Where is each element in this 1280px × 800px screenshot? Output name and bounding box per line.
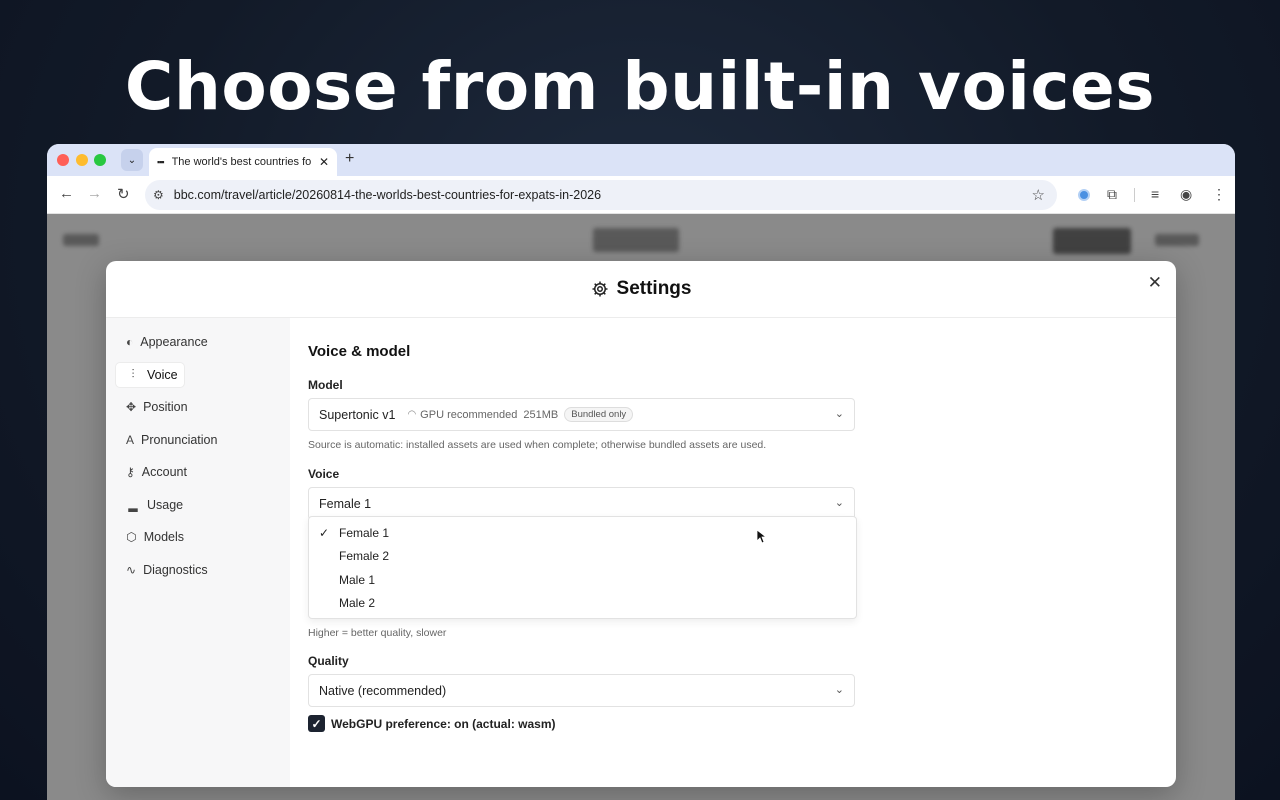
blurred-header-logo — [593, 228, 679, 252]
voice-label: Voice — [308, 467, 340, 481]
reload-icon[interactable]: ↻ — [117, 185, 130, 203]
chevron-down-icon: ⌄ — [834, 684, 844, 696]
url-text: bbc.com/travel/article/20260814-the-worl… — [173, 188, 602, 202]
model-meta: ◠ GPU recommended 251MB Bundled only — [407, 407, 634, 422]
blurred-logo — [63, 234, 99, 246]
new-tab-icon[interactable]: + — [345, 150, 354, 168]
model-size: 251MB — [523, 408, 559, 421]
sidebar-item-label: Voice — [147, 367, 178, 382]
waveform-icon: ⫶ — [131, 367, 135, 381]
sidebar-item-label: Usage — [147, 497, 184, 512]
settings-sidebar: ◐ Appearance ⫶ Voice ✥ Position A Pronun… — [106, 318, 290, 787]
gear-icon — [592, 281, 608, 297]
back-icon[interactable]: ← — [59, 185, 74, 202]
tab-title: The world's best countries fo — [171, 156, 312, 168]
palette-icon: ◐ — [126, 335, 134, 349]
quality-value: Native (recommended) — [319, 683, 447, 698]
sidebar-item-pronunciation[interactable]: A Pronunciation — [116, 428, 217, 452]
voice-option[interactable]: Female 2 — [309, 545, 856, 569]
maximize-window-button[interactable] — [94, 154, 106, 166]
check-icon: ✓ — [319, 525, 330, 540]
tab-strip: ⌄ ▪▪▪ The world's best countries fo ✕ + — [47, 144, 1235, 176]
voice-option-label: Female 2 — [339, 549, 390, 564]
move-icon: ✥ — [126, 400, 137, 414]
gpu-text: GPU recommended — [420, 408, 518, 421]
profile-icon[interactable]: ◉ — [1180, 186, 1192, 203]
modal-title: Settings — [591, 278, 692, 300]
pronunciation-icon: A — [126, 432, 135, 447]
model-label: Model — [308, 378, 343, 392]
voice-option[interactable]: Male 1 — [309, 568, 856, 592]
voice-value: Female 1 — [319, 496, 372, 511]
sidebar-item-voice[interactable]: ⫶ Voice — [116, 362, 184, 387]
voice-option-label: Female 1 — [339, 525, 390, 540]
section-title: Voice & model — [308, 343, 411, 360]
menu-icon[interactable]: ⋮ — [1212, 186, 1226, 203]
sidebar-item-label: Appearance — [140, 335, 208, 349]
webgpu-checkbox[interactable]: ✓ — [308, 715, 325, 732]
sidebar-item-label: Diagnostics — [143, 562, 208, 577]
close-icon[interactable]: ✕ — [1148, 273, 1162, 293]
gauge-icon: ◠ — [407, 409, 417, 420]
steps-hint: Higher = better quality, slower — [308, 627, 447, 639]
voice-option[interactable]: ✓ Female 1 — [309, 521, 856, 545]
sidebar-item-label: Pronunciation — [141, 432, 218, 447]
minimize-window-button[interactable] — [76, 154, 88, 166]
webgpu-row[interactable]: ✓ WebGPU preference: on (actual: wasm) — [308, 715, 868, 732]
page-backdrop: Settings ✕ ◐ Appearance ⫶ Voice ✥ Positi… — [47, 214, 1235, 800]
voice-option[interactable]: Male 2 — [309, 592, 856, 616]
site-settings-icon[interactable]: ⚙ — [153, 188, 164, 202]
voice-dropdown: ✓ Female 1 Female 2 Male 1 Male 2 — [308, 516, 857, 619]
bookmark-star-icon[interactable]: ☆ — [1032, 186, 1045, 204]
extension-icon[interactable] — [1078, 189, 1090, 201]
sidebar-item-position[interactable]: ✥ Position — [116, 395, 188, 419]
sidebar-item-label: Account — [141, 465, 187, 479]
tab-close-icon[interactable]: ✕ — [319, 155, 329, 169]
sidebar-item-models[interactable]: ⬡ Models — [116, 525, 184, 549]
favicon-icon: ▪▪▪ — [157, 157, 165, 167]
close-window-button[interactable] — [57, 154, 69, 166]
settings-modal: Settings ✕ ◐ Appearance ⫶ Voice ✥ Positi… — [106, 261, 1176, 787]
cube-icon: ⬡ — [126, 530, 137, 544]
model-value: Supertonic v1 — [319, 407, 396, 422]
voice-option-label: Male 2 — [339, 596, 376, 611]
quality-select[interactable]: Native (recommended) ⌄ — [308, 674, 855, 707]
settings-content: Voice & model Model Supertonic v1 ◠ GPU … — [308, 318, 868, 732]
browser-toolbar: ← → ↻ ⚙ bbc.com/travel/article/20260814-… — [47, 176, 1235, 214]
sidebar-item-diagnostics[interactable]: ∿ Diagnostics — [116, 558, 208, 582]
forward-icon[interactable]: → — [87, 185, 102, 202]
mouse-cursor-icon — [757, 530, 767, 544]
modal-title-text: Settings — [616, 278, 692, 299]
bar-chart-icon: ▂ — [128, 497, 138, 512]
sidebar-item-account[interactable]: ⚷ Account — [116, 460, 187, 484]
puzzle-icon[interactable]: ⧉ — [1107, 186, 1117, 203]
sidebar-item-label: Position — [143, 400, 188, 414]
toolbar-divider — [1134, 188, 1135, 202]
key-icon: ⚷ — [126, 465, 135, 479]
modal-header: Settings ✕ — [106, 261, 1176, 318]
webgpu-label: WebGPU preference: on (actual: wasm) — [331, 716, 556, 731]
browser-tab[interactable]: ▪▪▪ The world's best countries fo ✕ — [149, 148, 337, 176]
chevron-down-icon: ⌄ — [834, 497, 844, 509]
model-hint: Source is automatic: installed assets ar… — [308, 439, 767, 451]
reading-list-icon[interactable]: ≡ — [1151, 186, 1159, 202]
model-select[interactable]: Supertonic v1 ◠ GPU recommended 251MB Bu… — [308, 398, 855, 431]
browser-window: ⌄ ▪▪▪ The world's best countries fo ✕ + … — [47, 144, 1235, 800]
sidebar-item-label: Models — [143, 530, 184, 544]
sidebar-item-usage[interactable]: ▂ Usage — [116, 493, 184, 517]
blurred-link — [1155, 234, 1199, 246]
sidebar-item-appearance[interactable]: ◐ Appearance — [116, 330, 208, 354]
quality-label: Quality — [308, 654, 349, 668]
bundled-badge: Bundled only — [564, 407, 634, 422]
voice-option-label: Male 1 — [339, 572, 376, 587]
tab-search-icon[interactable]: ⌄ — [121, 149, 143, 171]
chevron-down-icon: ⌄ — [834, 408, 844, 420]
address-bar[interactable]: ⚙ bbc.com/travel/article/20260814-the-wo… — [145, 180, 1057, 210]
activity-icon: ∿ — [126, 562, 137, 577]
headline: Choose from built-in voices — [124, 48, 1156, 125]
blurred-button — [1053, 228, 1131, 254]
